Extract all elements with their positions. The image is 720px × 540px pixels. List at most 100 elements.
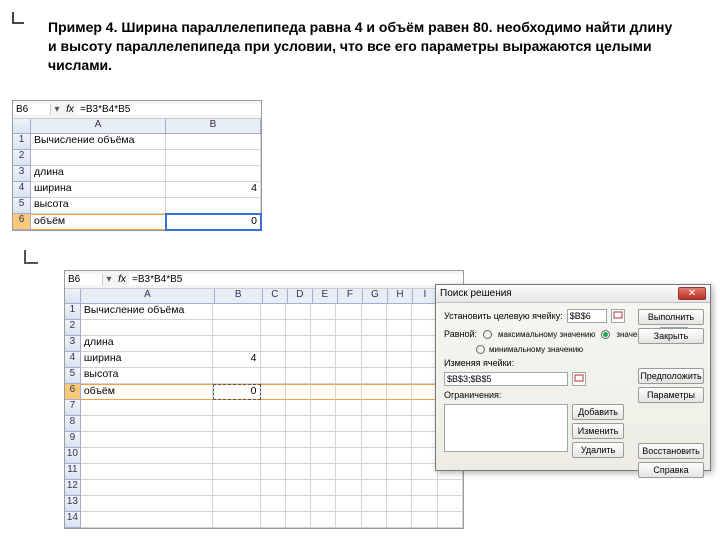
help-button[interactable]: Справка — [638, 462, 704, 478]
cell[interactable] — [286, 368, 311, 384]
cell[interactable] — [166, 150, 261, 166]
col-header[interactable]: D — [288, 289, 313, 303]
cell[interactable] — [286, 320, 311, 336]
cell[interactable] — [387, 448, 412, 464]
cell[interactable] — [387, 432, 412, 448]
cell[interactable] — [31, 150, 166, 166]
guess-button[interactable]: Предположить — [638, 368, 704, 384]
reset-button[interactable]: Восстановить — [638, 443, 704, 459]
params-button[interactable]: Параметры — [638, 387, 704, 403]
cell[interactable]: ширина — [81, 352, 213, 368]
cell[interactable]: объём — [31, 214, 166, 230]
cell-selected[interactable]: 0 — [166, 214, 261, 230]
delete-button[interactable]: Удалить — [572, 442, 624, 458]
col-header[interactable]: E — [313, 289, 338, 303]
row-header[interactable]: 14 — [65, 512, 81, 528]
cell[interactable] — [362, 368, 387, 384]
cell[interactable] — [261, 512, 286, 528]
row-header[interactable]: 2 — [65, 320, 81, 336]
cell[interactable] — [362, 400, 387, 416]
cell[interactable] — [412, 400, 437, 416]
cell[interactable] — [412, 416, 437, 432]
cell[interactable] — [412, 352, 437, 368]
cell[interactable] — [261, 400, 286, 416]
col-header[interactable]: H — [388, 289, 413, 303]
cell[interactable] — [362, 512, 387, 528]
row-header[interactable]: 5 — [65, 368, 81, 384]
row-header[interactable]: 3 — [13, 166, 31, 182]
cell[interactable] — [311, 448, 336, 464]
add-button[interactable]: Добавить — [572, 404, 624, 420]
cell[interactable] — [311, 464, 336, 480]
cell[interactable] — [336, 400, 361, 416]
cell[interactable] — [286, 480, 311, 496]
col-header-b[interactable]: B — [166, 119, 261, 133]
cell[interactable] — [311, 368, 336, 384]
cell[interactable] — [286, 304, 311, 320]
formula-input[interactable]: =B3*B4*B5 — [129, 274, 463, 285]
col-header[interactable]: A — [81, 289, 215, 303]
cell[interactable] — [336, 304, 361, 320]
changing-cells-input[interactable] — [444, 372, 568, 386]
cell[interactable]: Вычисление объёма — [31, 134, 166, 150]
cell[interactable] — [362, 336, 387, 352]
radio-value[interactable] — [601, 330, 610, 339]
cell[interactable] — [213, 432, 261, 448]
cell[interactable] — [387, 512, 412, 528]
cell[interactable] — [387, 336, 412, 352]
fx-icon[interactable]: fx — [115, 274, 129, 285]
cell[interactable] — [81, 400, 213, 416]
cell[interactable]: высота — [31, 198, 166, 214]
name-box[interactable]: B6 — [13, 104, 51, 115]
constraints-list[interactable] — [444, 404, 568, 452]
edit-button[interactable]: Изменить — [572, 423, 624, 439]
cell[interactable] — [286, 496, 311, 512]
cell[interactable] — [286, 512, 311, 528]
cell[interactable] — [362, 352, 387, 368]
cell[interactable]: 4 — [166, 182, 261, 198]
cell[interactable] — [362, 496, 387, 512]
cell[interactable] — [166, 166, 261, 182]
close-button[interactable]: Закрыть — [638, 328, 704, 344]
row-header[interactable]: 4 — [65, 352, 81, 368]
cell[interactable] — [213, 336, 261, 352]
target-cell-input[interactable] — [567, 309, 607, 323]
cell[interactable] — [412, 432, 437, 448]
row-header[interactable]: 11 — [65, 464, 81, 480]
cell[interactable] — [261, 464, 286, 480]
col-header[interactable]: F — [338, 289, 363, 303]
cell[interactable] — [336, 496, 361, 512]
cell[interactable] — [362, 480, 387, 496]
cell[interactable] — [336, 368, 361, 384]
cell[interactable] — [336, 480, 361, 496]
row-header[interactable]: 10 — [65, 448, 81, 464]
name-box-dropdown-icon[interactable]: ▾ — [51, 104, 63, 115]
cell[interactable] — [336, 464, 361, 480]
cell[interactable] — [166, 134, 261, 150]
cell[interactable] — [261, 320, 286, 336]
cell[interactable]: Вычисление объёма — [81, 304, 213, 320]
cell[interactable] — [336, 416, 361, 432]
row-header[interactable]: 6 — [13, 214, 31, 230]
dialog-titlebar[interactable]: Поиск решения ✕ — [436, 285, 710, 303]
cell[interactable] — [261, 448, 286, 464]
cell[interactable] — [412, 496, 437, 512]
cell[interactable] — [412, 512, 437, 528]
cell[interactable] — [412, 448, 437, 464]
cell[interactable] — [387, 464, 412, 480]
cell[interactable] — [336, 320, 361, 336]
cell[interactable]: длина — [31, 166, 166, 182]
cell[interactable] — [213, 480, 261, 496]
cell[interactable] — [336, 432, 361, 448]
cell[interactable] — [336, 336, 361, 352]
cell[interactable] — [311, 512, 336, 528]
cell[interactable] — [81, 480, 213, 496]
cell[interactable] — [387, 304, 412, 320]
cell[interactable] — [311, 320, 336, 336]
cell[interactable] — [412, 368, 437, 384]
cell[interactable] — [311, 416, 336, 432]
range-picker-icon[interactable] — [611, 309, 625, 323]
cell[interactable] — [362, 432, 387, 448]
cell[interactable] — [166, 198, 261, 214]
cell[interactable] — [261, 352, 286, 368]
